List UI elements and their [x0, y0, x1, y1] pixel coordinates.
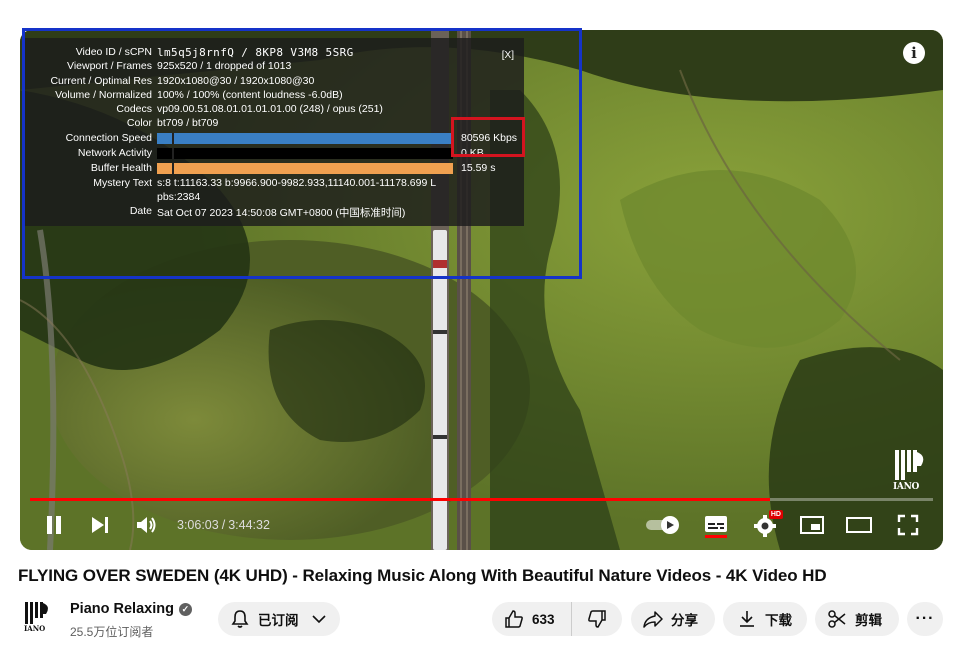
share-label: 分享: [671, 613, 698, 628]
share-icon: [643, 609, 663, 629]
theater-mode-button[interactable]: [846, 512, 872, 538]
autoplay-toggle[interactable]: [646, 512, 682, 538]
svg-text:IANO: IANO: [24, 624, 45, 632]
player-controls: 3:06:03/3:44:32 HD: [20, 502, 943, 550]
channel-name[interactable]: Piano Relaxing ✓: [70, 601, 192, 617]
subtitles-button[interactable]: [703, 512, 729, 538]
verified-badge-icon: ✓: [178, 603, 192, 616]
watermark-text: IANO: [893, 482, 920, 492]
progress-played: [30, 498, 771, 501]
pause-button[interactable]: [42, 512, 66, 538]
channel-avatar[interactable]: IANO: [22, 600, 52, 633]
subtitles-icon: [705, 516, 727, 538]
chevron-down-icon: [309, 609, 329, 629]
like-count: 633: [532, 611, 555, 627]
channel-name-text[interactable]: Piano Relaxing: [70, 601, 174, 617]
share-button[interactable]: 分享: [631, 602, 715, 636]
subscriber-count: 25.5万位订阅者: [70, 625, 154, 639]
thumbs-up-icon: [504, 609, 524, 629]
volume-icon: [137, 517, 156, 533]
fullscreen-icon: [897, 514, 919, 536]
subscribed-label: 已订阅: [258, 613, 299, 628]
skip-next-icon: [92, 517, 108, 533]
video-title: FLYING OVER SWEDEN (4K UHD) - Relaxing M…: [18, 566, 827, 585]
dislike-button[interactable]: [572, 602, 622, 636]
piano-logo-icon: [895, 450, 924, 480]
piano-logo-icon: IANO: [24, 602, 48, 633]
fullscreen-button[interactable]: [895, 512, 921, 538]
download-button[interactable]: 下载: [723, 602, 807, 636]
scissors-icon: [827, 609, 847, 629]
time-display: 3:06:03/3:44:32: [177, 518, 270, 532]
miniplayer-button[interactable]: [799, 512, 825, 538]
pause-icon: [47, 516, 61, 534]
clip-label: 剪辑: [855, 613, 882, 628]
page: i [X] Video ID / sCPN lm5q5j8rnfQ / 8KP8…: [0, 0, 972, 665]
info-icon[interactable]: i: [903, 42, 925, 64]
miniplayer-icon: [800, 516, 824, 534]
like-dislike-group: 633: [492, 602, 622, 636]
progress-bar[interactable]: [30, 498, 933, 501]
more-actions-button[interactable]: ···: [907, 602, 943, 636]
like-button[interactable]: 633: [492, 602, 572, 636]
subscribed-button[interactable]: 已订阅: [218, 602, 340, 636]
settings-button[interactable]: HD: [751, 510, 783, 538]
autoplay-toggle-icon: [646, 516, 679, 534]
download-icon: [737, 609, 757, 629]
bell-icon: [230, 609, 250, 629]
download-label: 下载: [765, 613, 792, 628]
hd-badge: HD: [768, 510, 783, 519]
duration: 3:44:32: [228, 518, 270, 532]
clip-button[interactable]: 剪辑: [815, 602, 899, 636]
next-button[interactable]: [88, 512, 112, 538]
volume-button[interactable]: [135, 512, 159, 538]
highlight-box-connection-speed: [451, 117, 525, 157]
current-time: 3:06:03: [177, 518, 219, 532]
thumbs-down-icon: [587, 609, 607, 629]
theater-mode-icon: [846, 517, 872, 533]
more-horizontal-icon: ···: [915, 610, 935, 627]
time-separator: /: [221, 518, 226, 532]
channel-watermark[interactable]: IANO: [891, 448, 929, 492]
